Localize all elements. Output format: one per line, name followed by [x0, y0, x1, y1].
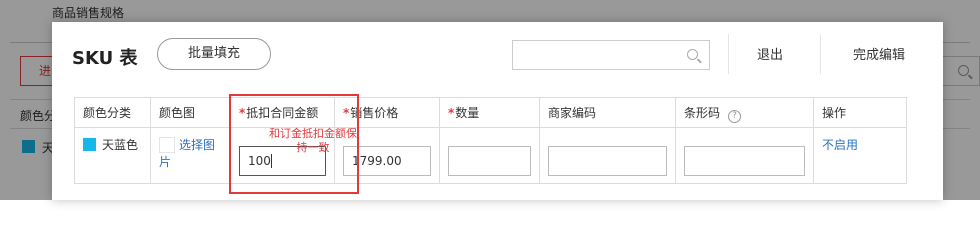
table-row: 天蓝色 选择图片 100 1799.00 不启用	[74, 127, 907, 184]
barcode-input[interactable]	[684, 146, 805, 176]
modal-title: SKU 表	[72, 48, 138, 69]
cell-actions: 不启用	[813, 127, 907, 184]
cell-barcode	[675, 127, 814, 184]
annotation-note: 和订金抵扣金额保持一致	[269, 127, 357, 154]
color-swatch	[83, 138, 96, 151]
help-icon[interactable]: ?	[728, 110, 742, 123]
quantity-input[interactable]	[448, 146, 531, 176]
cell-quantity	[439, 127, 540, 184]
batch-fill-button[interactable]: 批量填充	[157, 38, 271, 70]
cell-merchant-code	[539, 127, 676, 184]
disable-link[interactable]: 不启用	[822, 138, 858, 152]
sku-table: 颜色分类 颜色图 *抵扣合同金额 *销售价格 *数量 商家编码 条形码? 操作 …	[74, 97, 907, 184]
header-actions: 操作	[813, 97, 907, 128]
finish-edit-button[interactable]: 完成编辑	[853, 44, 905, 63]
sku-search-input[interactable]	[512, 40, 710, 70]
required-asterisk: *	[448, 106, 455, 120]
cell-color-image: 选择图片	[150, 127, 231, 184]
header-color-image: 颜色图	[150, 97, 231, 128]
header-color-category: 颜色分类	[74, 97, 151, 128]
divider	[728, 34, 729, 74]
sku-modal: SKU 表 批量填充 退出 完成编辑 颜色分类 颜色图 *抵扣合同金额 *销售价…	[52, 22, 943, 200]
merchant-code-input[interactable]	[548, 146, 667, 176]
image-placeholder-icon	[159, 137, 175, 153]
search-icon[interactable]	[687, 49, 698, 60]
header-merchant-code: 商家编码	[539, 97, 676, 128]
table-header-row: 颜色分类 颜色图 *抵扣合同金额 *销售价格 *数量 商家编码 条形码? 操作	[74, 97, 907, 128]
exit-button[interactable]: 退出	[757, 44, 783, 63]
color-name: 天蓝色	[102, 138, 139, 152]
header-barcode: 条形码?	[675, 97, 814, 128]
divider	[820, 34, 821, 74]
header-quantity: *数量	[439, 97, 540, 128]
cell-color-category: 天蓝色	[74, 127, 151, 184]
